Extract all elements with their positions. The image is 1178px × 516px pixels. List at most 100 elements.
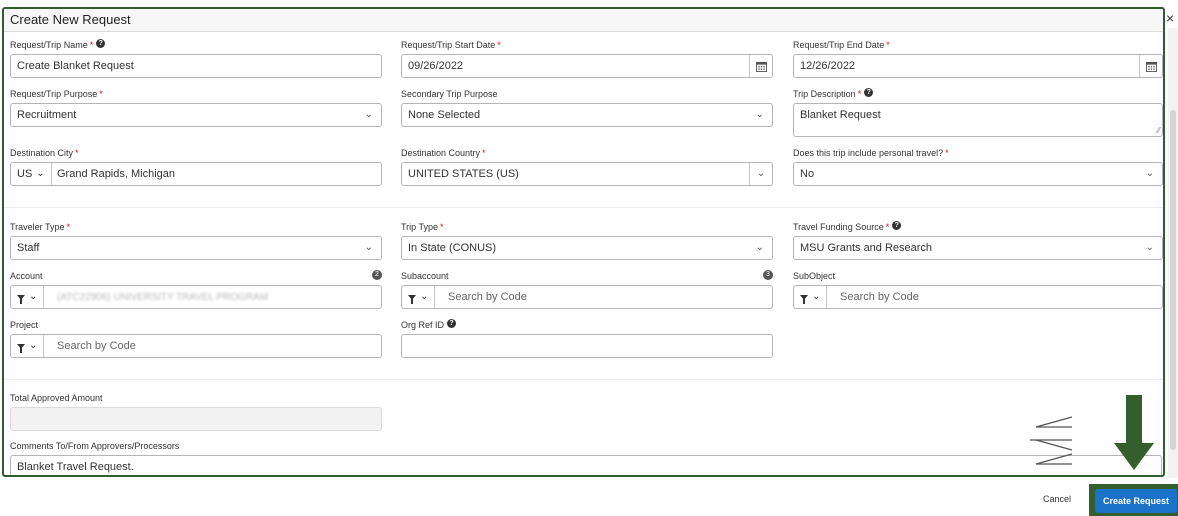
trip-purpose-field: Request/Trip Purpose * Recruitment ⌄: [10, 88, 382, 128]
personal-travel-field: Does this trip include personal travel? *…: [793, 147, 1163, 187]
help-icon[interactable]: ?: [864, 88, 874, 97]
close-icon[interactable]: ×: [1166, 10, 1174, 26]
help-icon[interactable]: ?: [96, 39, 106, 48]
comments-textarea[interactable]: Blanket Travel Request.: [10, 455, 1162, 475]
org-ref-id-field: Org Ref ID?: [401, 319, 773, 359]
filter-icon: [408, 294, 416, 304]
subobject-field: SubObject ⌄ Search by Code: [793, 270, 1163, 310]
start-date-value: 09/26/2022: [408, 60, 464, 72]
filter-dropdown[interactable]: ⌄: [794, 286, 828, 308]
required-marker: *: [886, 40, 890, 50]
filter-dropdown[interactable]: ⌄: [11, 335, 45, 357]
required-marker: *: [885, 222, 890, 232]
chevron-down-icon: ⌄: [29, 340, 38, 351]
destination-country-label: Destination Country: [401, 148, 481, 158]
resize-handle-icon[interactable]: ⁄⁄: [1157, 127, 1160, 135]
trip-purpose-label: Request/Trip Purpose: [10, 89, 98, 99]
org-ref-id-label: Org Ref ID: [401, 320, 445, 330]
chevron-down-icon: ⌄: [755, 242, 764, 253]
help-icon[interactable]: ?: [892, 221, 902, 230]
project-label: Project: [10, 320, 39, 330]
calendar-icon[interactable]: [749, 55, 772, 77]
total-approved-label: Total Approved Amount: [10, 393, 103, 403]
personal-travel-select[interactable]: No ⌄: [793, 162, 1163, 186]
secondary-purpose-value: None Selected: [408, 109, 481, 121]
destination-city-input[interactable]: US ⌄ Grand Rapids, Michigan: [10, 162, 382, 186]
country-code-value: US: [17, 168, 33, 180]
country-code-dropdown[interactable]: US ⌄: [11, 163, 52, 185]
section-divider: [4, 207, 1163, 208]
start-date-input[interactable]: 09/26/2022: [401, 54, 773, 78]
scrollbar-thumb[interactable]: [1170, 110, 1176, 450]
funding-source-select[interactable]: MSU Grants and Research ⌄: [793, 236, 1163, 260]
end-date-input[interactable]: 12/26/2022: [793, 54, 1163, 78]
filter-icon: [800, 294, 808, 304]
end-date-field: Request/Trip End Date * 12/26/2022: [793, 39, 1163, 79]
chevron-down-icon: ⌄: [420, 291, 429, 302]
secondary-purpose-label: Secondary Trip Purpose: [401, 89, 498, 99]
project-placeholder: Search by Code: [57, 340, 136, 352]
chevron-down-icon: ⌄: [36, 168, 45, 179]
arrow-down-icon: [1114, 395, 1154, 470]
traveler-type-select[interactable]: Staff ⌄: [10, 236, 382, 260]
help-icon[interactable]: ?: [447, 319, 457, 328]
subaccount-label: Subaccount: [401, 271, 449, 281]
trip-description-field: Trip Description *? Blanket Request ⁄⁄: [793, 88, 1163, 138]
destination-country-select[interactable]: UNITED STATES (US) ⌄: [401, 162, 773, 186]
traveler-type-field: Traveler Type * Staff ⌄: [10, 221, 382, 261]
section-divider: [4, 379, 1163, 380]
subaccount-count-badge: 3: [763, 270, 773, 280]
subaccount-input[interactable]: ⌄ Search by Code: [401, 285, 773, 309]
secondary-purpose-field: Secondary Trip Purpose None Selected ⌄: [401, 88, 773, 128]
required-marker: *: [75, 148, 79, 158]
trip-purpose-select[interactable]: Recruitment ⌄: [10, 103, 382, 127]
destination-country-field: Destination Country * UNITED STATES (US) ⌄: [401, 147, 773, 187]
chevron-down-icon: ⌄: [812, 291, 821, 302]
account-label: Account: [10, 271, 43, 281]
org-ref-id-input[interactable]: [401, 334, 773, 358]
chevron-down-icon: ⌄: [364, 242, 373, 253]
chevron-down-icon: ⌄: [364, 109, 373, 120]
dialog-title: Create New Request: [4, 9, 1163, 32]
chevron-down-icon: ⌄: [749, 163, 772, 185]
account-value: (ATC22906) UNIVERSITY TRAVEL PROGRAM: [57, 292, 269, 303]
trip-type-select[interactable]: In State (CONUS) ⌄: [401, 236, 773, 260]
subaccount-field: Subaccount 3 ⌄ Search by Code: [401, 270, 773, 310]
destination-city-label: Destination City: [10, 148, 74, 158]
required-marker: *: [482, 148, 486, 158]
create-request-button[interactable]: Create Request: [1095, 489, 1177, 513]
funding-source-field: Travel Funding Source *? MSU Grants and R…: [793, 221, 1163, 261]
account-input[interactable]: ⌄ (ATC22906) UNIVERSITY TRAVEL PROGRAM: [10, 285, 382, 309]
start-date-label: Request/Trip Start Date: [401, 40, 496, 50]
trip-description-textarea[interactable]: Blanket Request ⁄⁄: [793, 103, 1163, 137]
cancel-button[interactable]: Cancel: [1043, 494, 1071, 504]
project-input[interactable]: ⌄ Search by Code: [10, 334, 382, 358]
personal-travel-label: Does this trip include personal travel?: [793, 148, 944, 158]
secondary-purpose-select[interactable]: None Selected ⌄: [401, 103, 773, 127]
chevron-down-icon: ⌄: [755, 109, 764, 120]
trip-type-field: Trip Type * In State (CONUS) ⌄: [401, 221, 773, 261]
end-date-value: 12/26/2022: [800, 60, 856, 72]
personal-travel-value: No: [800, 168, 815, 180]
start-date-field: Request/Trip Start Date * 09/26/2022: [401, 39, 773, 79]
filter-dropdown[interactable]: ⌄: [11, 286, 45, 308]
total-approved-input: [10, 407, 382, 431]
project-field: Project ⌄ Search by Code: [10, 319, 382, 359]
required-marker: *: [497, 40, 501, 50]
required-marker: *: [440, 222, 444, 232]
filter-icon: [17, 343, 25, 353]
comments-label: Comments To/From Approvers/Processors: [10, 441, 180, 451]
end-date-label: Request/Trip End Date: [793, 40, 885, 50]
destination-city-value: Grand Rapids, Michigan: [57, 168, 176, 180]
destination-country-value: UNITED STATES (US): [408, 168, 519, 180]
subaccount-placeholder: Search by Code: [448, 291, 527, 303]
trip-name-input[interactable]: Create Blanket Request: [10, 54, 382, 78]
comments-field: Comments To/From Approvers/Processors Bl…: [10, 440, 1162, 475]
funding-source-label: Travel Funding Source: [793, 222, 884, 232]
required-marker: *: [89, 40, 94, 50]
calendar-icon[interactable]: [1139, 55, 1162, 77]
subobject-input[interactable]: ⌄ Search by Code: [793, 285, 1163, 309]
chevron-down-icon: ⌄: [29, 291, 38, 302]
filter-dropdown[interactable]: ⌄: [402, 286, 436, 308]
chevron-down-icon: ⌄: [1145, 168, 1154, 179]
